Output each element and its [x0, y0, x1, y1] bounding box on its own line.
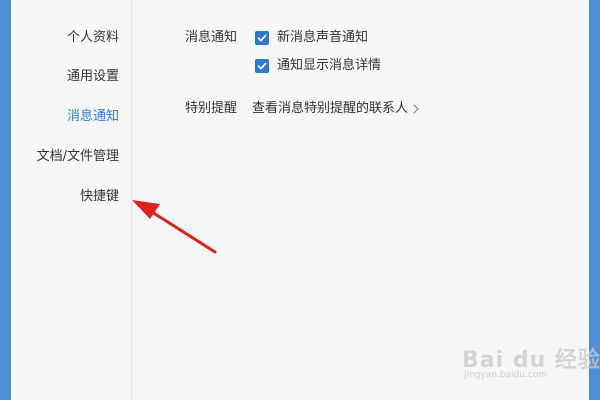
new-message-sound-checkbox[interactable]	[255, 31, 269, 45]
sidebar-item-profile[interactable]: 个人资料	[67, 29, 119, 47]
special-reminder-section-label: 特别提醒	[185, 101, 238, 116]
chevron-right-icon	[413, 104, 419, 114]
sidebar-item-shortcuts[interactable]: 快捷键	[80, 188, 119, 206]
show-message-details-option[interactable]: 通知显示消息详情	[255, 57, 381, 75]
show-message-details-checkbox[interactable]	[255, 59, 269, 73]
special-reminder-link-label: 查看消息特别提醒的联系人	[252, 101, 409, 116]
new-message-sound-label: 新消息声音通知	[277, 30, 369, 45]
settings-content: 消息通知 新消息声音通知 通知显示消息详情 特别提醒 查看消息特别提醒的联系人	[132, 0, 589, 400]
check-icon	[257, 34, 267, 42]
check-icon	[257, 62, 267, 70]
special-reminder-contacts-link[interactable]: 查看消息特别提醒的联系人	[252, 100, 419, 118]
sidebar-item-file-management[interactable]: 文档/文件管理	[37, 148, 119, 166]
sidebar-item-notifications[interactable]: 消息通知	[67, 108, 119, 126]
new-message-sound-option[interactable]: 新消息声音通知	[255, 29, 368, 47]
settings-window: 个人资料 通用设置 消息通知 文档/文件管理 快捷键 消息通知 新消息声音通知 …	[11, 0, 589, 400]
sidebar-item-general-settings[interactable]: 通用设置	[67, 68, 119, 86]
notifications-section-label: 消息通知	[185, 30, 238, 45]
settings-sidebar: 个人资料 通用设置 消息通知 文档/文件管理 快捷键	[11, 0, 132, 400]
show-message-details-label: 通知显示消息详情	[277, 58, 382, 73]
